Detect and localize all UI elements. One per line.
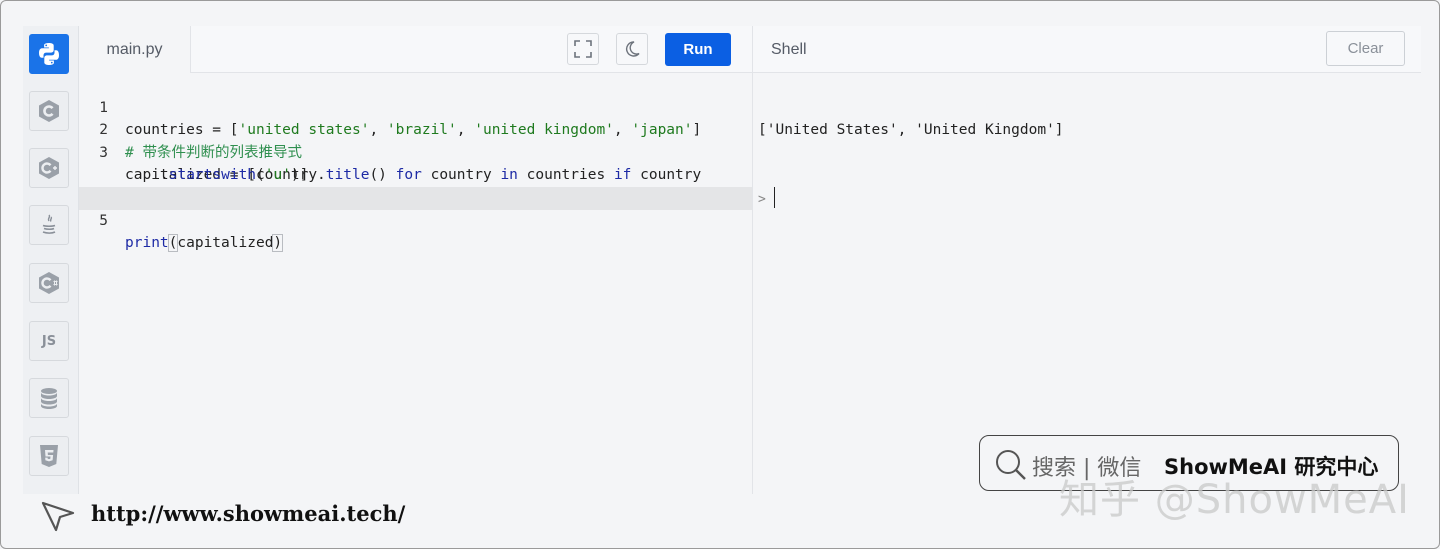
code-line-4[interactable]: 4 xyxy=(79,164,752,206)
shell-panel: Shell Clear ['United States', 'United Ki… xyxy=(752,26,1421,494)
zhihu-watermark: 知乎 @ShowMeAI xyxy=(1059,477,1410,523)
cpp-language-button[interactable] xyxy=(29,148,69,188)
website-link[interactable]: http://www.showmeai.tech/ xyxy=(91,501,405,526)
prompt-symbol: > xyxy=(758,191,766,207)
text-cursor xyxy=(773,186,775,208)
language-sidebar: JS xyxy=(23,26,79,494)
file-tab-main-py[interactable]: main.py xyxy=(79,26,191,73)
database-language-button[interactable] xyxy=(29,378,69,418)
editor-toolbar: main.py Run xyxy=(79,26,752,73)
search-icon xyxy=(996,450,1026,480)
csharp-icon xyxy=(39,272,59,294)
run-button[interactable]: Run xyxy=(665,33,731,66)
code-text: print(capitalized) xyxy=(125,234,284,253)
c-language-button[interactable] xyxy=(29,91,69,131)
code-line-3[interactable]: 3 capitalized = [country.title() for cou… xyxy=(79,119,752,184)
java-language-button[interactable] xyxy=(29,205,69,245)
line-number: 5 xyxy=(99,212,108,229)
javascript-language-button[interactable]: JS xyxy=(29,321,69,361)
python-language-button[interactable] xyxy=(29,34,69,74)
cursor-pointer-icon xyxy=(41,501,75,532)
shell-prompt-line[interactable]: > xyxy=(758,186,1064,212)
code-editor-panel: main.py Run 1 countries = ['united state… xyxy=(79,26,752,494)
code-line-2[interactable]: 2 # 带条件判断的列表推导式 xyxy=(79,97,752,161)
clear-button[interactable]: Clear xyxy=(1326,31,1405,66)
fullscreen-button[interactable] xyxy=(567,33,599,65)
database-icon xyxy=(41,388,57,409)
shell-title: Shell xyxy=(771,41,807,58)
code-area[interactable]: 1 countries = ['united states', 'brazil'… xyxy=(79,74,752,253)
shell-output-line: ['United States', 'United Kingdom'] xyxy=(758,122,1064,139)
code-line-3-continuation[interactable]: .startswith('u')] xyxy=(79,142,752,183)
html5-icon xyxy=(40,445,58,467)
html5-language-button[interactable] xyxy=(29,436,69,476)
theme-toggle-button[interactable] xyxy=(616,33,648,65)
python-icon xyxy=(39,43,59,65)
cpp-icon xyxy=(39,157,59,179)
fullscreen-icon xyxy=(574,40,592,58)
shell-toolbar: Shell Clear xyxy=(753,26,1421,73)
code-line-5[interactable]: 5 print(capitalized) xyxy=(79,186,752,253)
app-frame: JS main.py Run 1 countries = ['united st… xyxy=(0,0,1440,549)
code-line-1[interactable]: 1 countries = ['united states', 'brazil'… xyxy=(79,74,752,139)
shell-output[interactable]: ['United States', 'United Kingdom'] > xyxy=(758,74,1064,257)
csharp-language-button[interactable] xyxy=(29,263,69,303)
moon-icon xyxy=(625,41,640,57)
javascript-icon: JS xyxy=(41,333,57,349)
c-icon xyxy=(39,100,59,122)
java-icon xyxy=(42,214,56,234)
